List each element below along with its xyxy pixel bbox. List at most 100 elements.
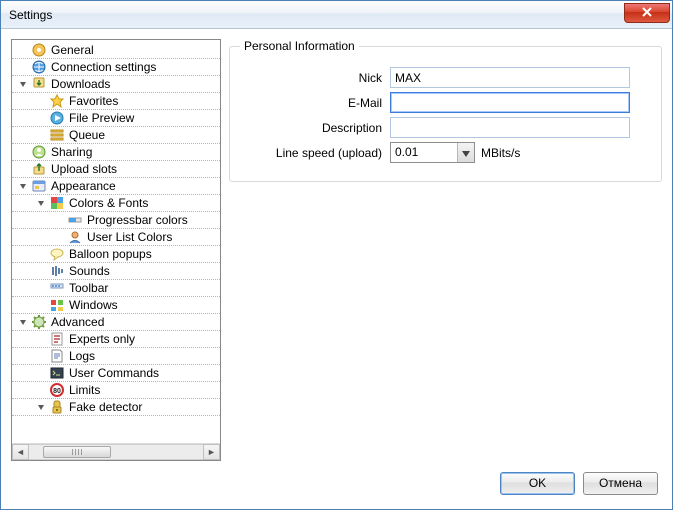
content-pane: Personal Information Nick E-Mail Descrip… [229,39,662,461]
balloon-icon [49,246,65,262]
logs-icon [49,348,65,364]
chevron-down-icon [462,146,470,160]
tree-item-label: Experts only [69,332,135,346]
tree-item-logs[interactable]: Logs [12,348,220,365]
tree-item-userlistcolors[interactable]: User List Colors [12,229,220,246]
uploadslots-icon [31,161,47,177]
close-icon [642,6,652,20]
queue-icon [49,127,65,143]
tree-item-label: Fake detector [69,400,142,414]
tree-item-label: Colors & Fonts [69,196,148,210]
tree-item-downloads[interactable]: Downloads [12,76,220,93]
tree-item-label: Advanced [51,315,104,329]
line-speed-value: 0.01 [391,143,457,162]
tree-item-label: Queue [69,128,105,142]
line-speed-label: Line speed (upload) [240,146,390,160]
twisty-none [36,96,47,107]
advanced-icon [31,314,47,330]
description-label: Description [240,121,390,135]
tree-item-progressbar[interactable]: Progressbar colors [12,212,220,229]
tree-item-label: Logs [69,349,95,363]
downloads-icon [31,76,47,92]
tree-item-label: Upload slots [51,162,117,176]
general-icon [31,42,47,58]
limits-icon [49,382,65,398]
tree-item-usercommands[interactable]: User Commands [12,365,220,382]
twisty-open-icon[interactable] [18,181,29,192]
twisty-none [36,130,47,141]
tree-item-label: Sounds [69,264,110,278]
titlebar[interactable]: Settings [1,1,672,29]
twisty-none [36,351,47,362]
sounds-icon [49,263,65,279]
favorites-icon [49,93,65,109]
tree-item-queue[interactable]: Queue [12,127,220,144]
tree-item-sounds[interactable]: Sounds [12,263,220,280]
tree-item-windows[interactable]: Windows [12,297,220,314]
tree-item-limits[interactable]: Limits [12,382,220,399]
toolbar-icon [49,280,65,296]
window-title: Settings [9,8,624,22]
twisty-none [54,215,65,226]
scroll-right-arrow-icon[interactable]: ► [203,444,220,460]
tree-item-advanced[interactable]: Advanced [12,314,220,331]
tree-item-general[interactable]: General [12,42,220,59]
twisty-open-icon[interactable] [36,198,47,209]
nick-input[interactable] [390,67,630,88]
connection-icon [31,59,47,75]
tree-item-label: Limits [69,383,100,397]
twisty-none [36,334,47,345]
twisty-open-icon[interactable] [18,317,29,328]
tree-item-label: Progressbar colors [87,213,188,227]
twisty-none [36,266,47,277]
description-input[interactable] [390,117,630,138]
line-speed-combo[interactable]: 0.01 [390,142,475,163]
fakedetector-icon [49,399,65,415]
twisty-none [18,147,29,158]
tree-item-balloon[interactable]: Balloon popups [12,246,220,263]
appearance-icon [31,178,47,194]
ok-button[interactable]: OK [500,472,575,495]
twisty-none [18,164,29,175]
usercommands-icon [49,365,65,381]
colorsfonts-icon [49,195,65,211]
twisty-none [36,283,47,294]
scroll-left-arrow-icon[interactable]: ◄ [12,444,29,460]
tree-item-label: Balloon popups [69,247,152,261]
tree-item-label: Favorites [69,94,118,108]
tree-item-label: Windows [69,298,118,312]
tree-horizontal-scrollbar[interactable]: ◄ ► [12,443,220,460]
twisty-open-icon[interactable] [18,79,29,90]
personal-information-group: Personal Information Nick E-Mail Descrip… [229,39,662,182]
settings-tree[interactable]: General Connection settingsDownloads Favor… [12,40,220,443]
tree-item-experts[interactable]: Experts only [12,331,220,348]
tree-item-toolbar[interactable]: Toolbar [12,280,220,297]
tree-item-preview[interactable]: File Preview [12,110,220,127]
tree-item-label: Sharing [51,145,92,159]
tree-item-appearance[interactable]: Appearance [12,178,220,195]
email-label: E-Mail [240,96,390,110]
tree-item-favorites[interactable]: Favorites [12,93,220,110]
tree-item-label: Downloads [51,77,110,91]
group-legend: Personal Information [240,39,359,53]
twisty-none [36,113,47,124]
tree-item-label: User List Colors [87,230,172,244]
email-input[interactable] [390,92,630,113]
combo-dropdown-button[interactable] [457,143,474,162]
tree-item-fakedetector[interactable]: Fake detector [12,399,220,416]
cancel-button[interactable]: Отмена [583,472,658,495]
twisty-none [36,385,47,396]
scroll-track[interactable] [29,444,203,460]
tree-item-label: File Preview [69,111,134,125]
twisty-none [36,368,47,379]
tree-item-sharing[interactable]: Sharing [12,144,220,161]
tree-item-connection[interactable]: Connection settings [12,59,220,76]
scroll-thumb[interactable] [43,446,111,458]
progressbar-icon [67,212,83,228]
twisty-none [36,300,47,311]
close-button[interactable] [624,3,670,23]
tree-item-label: General [51,43,94,57]
twisty-open-icon[interactable] [36,402,47,413]
tree-item-colorsfonts[interactable]: Colors & Fonts [12,195,220,212]
tree-item-uploadslots[interactable]: Upload slots [12,161,220,178]
